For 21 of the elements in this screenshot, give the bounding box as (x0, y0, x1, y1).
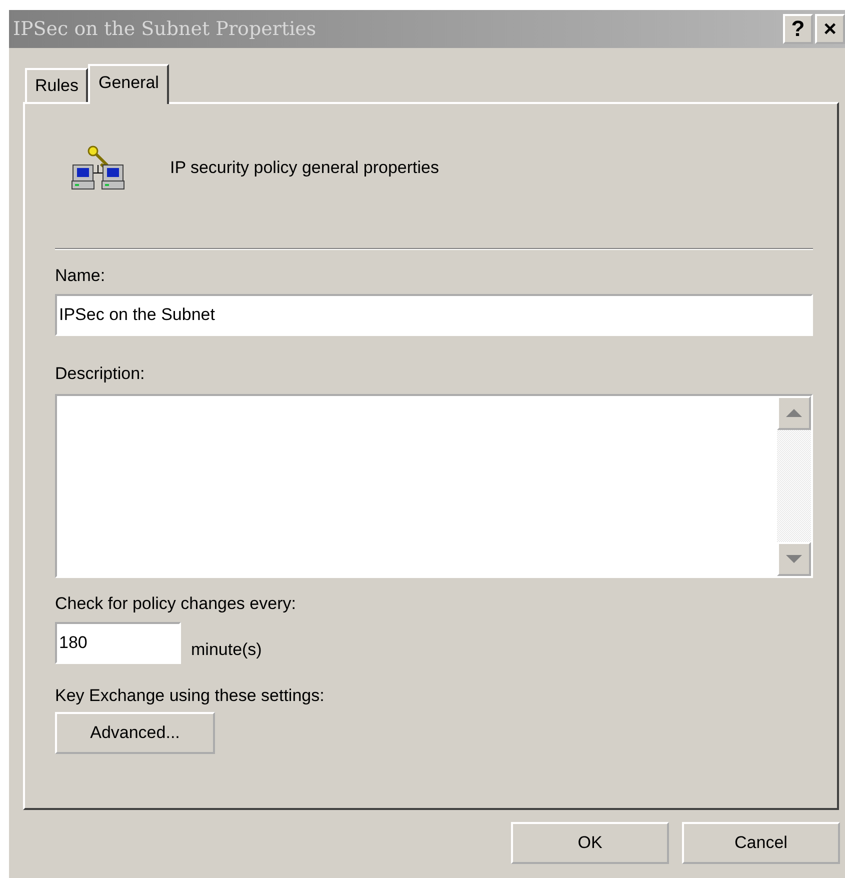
interval-label: Check for policy changes every: (55, 594, 297, 614)
interval-input-field[interactable]: 180 (55, 622, 181, 664)
cancel-button[interactable]: Cancel (682, 822, 840, 864)
tab[interactable]: Rules (25, 68, 88, 102)
unit-label: minute(s) (191, 640, 262, 660)
description-input-field[interactable] (55, 394, 813, 578)
key-exchange-label: Key Exchange using these settings: (55, 686, 326, 706)
networked-computers-key-icon (71, 145, 125, 191)
down-arrow-icon (786, 555, 802, 563)
window-title: IPSec on the Subnet Properties (13, 18, 316, 40)
close-button[interactable]: × (815, 14, 845, 44)
name-input-field[interactable]: IPSec on the Subnet (55, 294, 813, 336)
tab[interactable]: General (88, 64, 169, 104)
ok-button[interactable]: OK (511, 822, 669, 864)
up-arrow-icon (786, 409, 802, 417)
name-label: Name: (55, 266, 106, 286)
description-label: Description: (55, 364, 146, 384)
header-text: IP security policy general properties (170, 158, 439, 178)
vertical-scrollbar[interactable] (777, 396, 811, 576)
advanced-button[interactable]: Advanced... (55, 712, 215, 754)
help-button[interactable]: ? (783, 14, 813, 44)
